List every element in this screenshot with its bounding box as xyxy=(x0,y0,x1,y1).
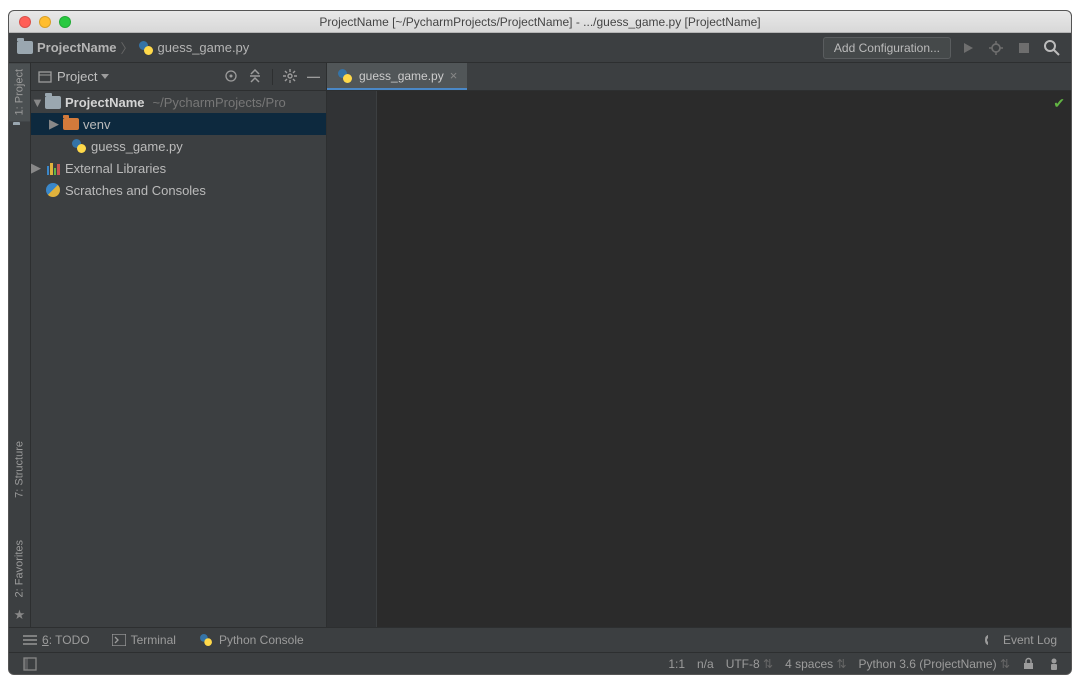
inspection-ok-icon: ✔ xyxy=(1053,95,1065,112)
editor-tabs: guess_game.py × xyxy=(327,63,1071,91)
folder-icon xyxy=(45,94,61,110)
window-title: ProjectName [~/PycharmProjects/ProjectNa… xyxy=(9,15,1071,29)
project-view-selector[interactable]: Project xyxy=(57,69,109,84)
tree-external-libraries[interactable]: ▶ External Libraries xyxy=(31,157,326,179)
tool-terminal[interactable]: Terminal xyxy=(112,633,176,647)
folder-icon xyxy=(63,116,79,132)
python-file-icon xyxy=(138,40,154,56)
status-bar: 1:1 n/a UTF-8 ⇅ 4 spaces ⇅ Python 3.6 (P… xyxy=(9,652,1071,674)
search-everywhere-button[interactable] xyxy=(1041,37,1063,59)
status-indent[interactable]: 4 spaces ⇅ xyxy=(785,657,846,671)
editor-gutter xyxy=(327,91,377,627)
status-encoding[interactable]: UTF-8 ⇅ xyxy=(726,657,773,671)
scratches-icon xyxy=(45,182,61,198)
project-tool-window: Project — ▼ ProjectName ~/PycharmProject… xyxy=(31,63,327,627)
editor-content[interactable] xyxy=(377,91,1071,627)
tree-file-guess-game[interactable]: guess_game.py xyxy=(31,135,326,157)
bottom-tool-buttons: 6: TODO Terminal Python Console Event Lo… xyxy=(9,627,1071,652)
tool-structure-tab[interactable]: 7: Structure xyxy=(9,435,30,504)
tool-python-console[interactable]: Python Console xyxy=(198,632,304,648)
hector-icon[interactable] xyxy=(1047,657,1061,671)
tree-root[interactable]: ▼ ProjectName ~/PycharmProjects/Pro xyxy=(31,91,326,113)
tool-todo[interactable]: 6: TODO xyxy=(23,633,90,647)
tool-project-icon xyxy=(13,125,27,139)
add-configuration-button[interactable]: Add Configuration... xyxy=(823,37,951,59)
python-icon xyxy=(198,632,214,648)
left-tool-gutter: 1: Project 7: Structure 2: Favorites ★ xyxy=(9,63,31,627)
tree-venv[interactable]: ▶ venv xyxy=(31,113,326,135)
titlebar: ProjectName [~/PycharmProjects/ProjectNa… xyxy=(9,11,1071,33)
navigation-bar: ProjectName 〉 guess_game.py Add Configur… xyxy=(9,33,1071,63)
tool-event-log[interactable]: Event Log xyxy=(984,633,1057,647)
breadcrumb-separator: 〉 xyxy=(120,38,133,57)
editor-area: guess_game.py × ✔ xyxy=(327,63,1071,627)
collapse-all-icon[interactable] xyxy=(248,69,262,85)
tool-window-quick-access[interactable] xyxy=(23,657,37,671)
breadcrumb-project: ProjectName xyxy=(37,40,116,55)
python-file-icon xyxy=(71,138,87,154)
lock-icon[interactable] xyxy=(1022,657,1035,670)
breadcrumb-file: guess_game.py xyxy=(158,40,250,55)
breadcrumb[interactable]: ProjectName 〉 guess_game.py xyxy=(17,38,823,57)
tool-favorites-tab[interactable]: 2: Favorites xyxy=(9,534,30,603)
debug-button[interactable] xyxy=(985,37,1007,59)
python-file-icon xyxy=(337,68,353,84)
tree-scratches[interactable]: ▶ Scratches and Consoles xyxy=(31,179,326,201)
editor-tab-guess-game[interactable]: guess_game.py × xyxy=(327,63,467,90)
project-view-icon xyxy=(37,69,53,85)
status-caret-position[interactable]: 1:1 xyxy=(668,657,685,671)
locate-icon[interactable] xyxy=(224,69,238,85)
status-readonly: n/a xyxy=(697,657,714,671)
ide-window: ProjectName [~/PycharmProjects/ProjectNa… xyxy=(8,10,1072,675)
status-interpreter[interactable]: Python 3.6 (ProjectName) ⇅ xyxy=(859,657,1010,671)
tool-project-tab[interactable]: 1: Project xyxy=(9,63,30,121)
stop-button[interactable] xyxy=(1013,37,1035,59)
external-libraries-icon xyxy=(45,160,61,176)
settings-icon[interactable] xyxy=(283,69,297,85)
close-tab-icon[interactable]: × xyxy=(450,68,458,83)
run-button[interactable] xyxy=(957,37,979,59)
folder-icon xyxy=(17,40,33,56)
hide-tool-icon[interactable]: — xyxy=(307,69,320,85)
